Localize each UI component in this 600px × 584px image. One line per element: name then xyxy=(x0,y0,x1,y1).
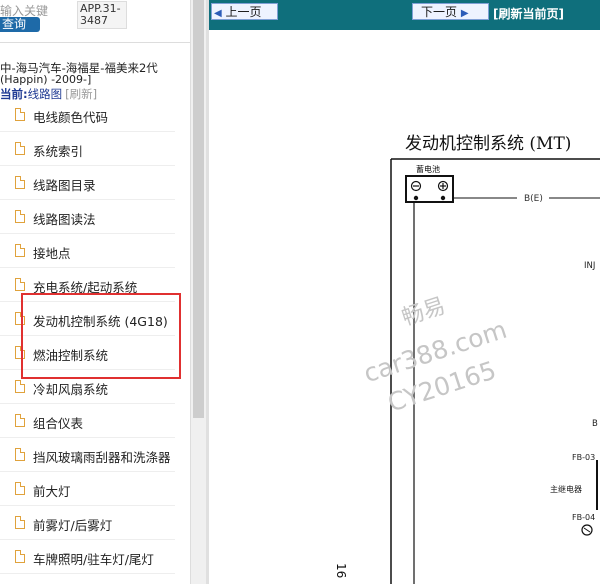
divider xyxy=(0,42,190,43)
document-icon xyxy=(15,244,25,257)
arrow-left-icon: ◀ xyxy=(214,8,222,19)
menu-item-label: 前雾灯/后雾灯 xyxy=(33,518,113,533)
b-label: B xyxy=(592,419,598,429)
document-icon xyxy=(15,550,25,563)
document-icon xyxy=(15,516,25,529)
fb04-label: FB-04 xyxy=(572,513,595,522)
fb03-label: FB-03 xyxy=(572,453,595,462)
document-icon xyxy=(15,278,25,291)
menu-item[interactable]: 组合仪表 xyxy=(0,404,175,438)
menu-item[interactable]: 线路图目录 xyxy=(0,166,175,200)
next-page-button[interactable]: 下一页 ▶ xyxy=(412,3,489,20)
document-icon xyxy=(15,380,25,393)
refresh-page-link[interactable]: [刷新当前页] xyxy=(493,5,564,22)
left-panel: 输入关键 查询 APP.31-3487 中-海马汽车-海福星-福美来2代 (Ha… xyxy=(0,0,190,584)
keyword-label-text: 输入关键 xyxy=(0,4,49,18)
menu-item-label: 电线颜色代码 xyxy=(33,110,109,125)
menu-item[interactable]: 挡风玻璃雨刮器和洗涤器 xyxy=(0,438,175,472)
menu-item-label: 接地点 xyxy=(33,246,71,261)
query-button[interactable]: 查询 xyxy=(0,17,40,32)
menu-item-label: 线路图目录 xyxy=(33,178,96,193)
menu-item[interactable]: 电线颜色代码 xyxy=(0,98,175,132)
app-number: APP.31-3487 xyxy=(77,1,127,29)
battery-terminal-dot xyxy=(413,195,419,201)
relay-label: 主继电器 xyxy=(550,484,582,494)
menu-item-label: 车牌照明/驻车灯/尾灯 xyxy=(33,552,154,567)
wire-label: B(E) xyxy=(524,194,543,204)
viewer-toolbar: ◀ 上一页 下一页 ▶ [刷新当前页] xyxy=(209,0,600,30)
battery-terminal-dot xyxy=(440,195,446,201)
next-page-label: 下一页 xyxy=(421,5,458,19)
prev-page-label: 上一页 xyxy=(225,5,262,19)
menu-item-label: 线路图读法 xyxy=(33,212,96,227)
menu-item-label: 组合仪表 xyxy=(33,416,84,431)
document-icon xyxy=(15,142,25,155)
diagram-title: 发动机控制系统 (MT) xyxy=(405,134,571,154)
menu-item[interactable]: 系统索引 xyxy=(0,132,175,166)
battery-label: 蓄电池 xyxy=(416,164,440,174)
page-number: 16 xyxy=(334,563,348,578)
menu-item[interactable]: 接地点 xyxy=(0,234,175,268)
document-icon xyxy=(15,448,25,461)
menu-item-label: 冷却风扇系统 xyxy=(33,382,109,397)
wiring-diagram: 发动机控制系统 (MT) 蓄电池 B(E) INJ B FB-03 主继电器 F… xyxy=(209,30,600,584)
document-icon xyxy=(15,414,25,427)
prev-page-button[interactable]: ◀ 上一页 xyxy=(211,3,278,20)
menu-item-label: 挡风玻璃雨刮器和洗涤器 xyxy=(33,450,171,465)
document-icon xyxy=(15,210,25,223)
menu-item[interactable]: 车牌照明/驻车灯/尾灯 xyxy=(0,540,175,574)
menu-item[interactable]: 前大灯 xyxy=(0,472,175,506)
menu-item[interactable]: 前雾灯/后雾灯 xyxy=(0,506,175,540)
document-icon xyxy=(15,482,25,495)
document-icon xyxy=(15,176,25,189)
menu-item[interactable]: 线路图读法 xyxy=(0,200,175,234)
diagram-viewer: ◀ 上一页 下一页 ▶ [刷新当前页] 发动机控制系统 (MT) 蓄电池 B(E… xyxy=(209,0,600,584)
inj-label: INJ xyxy=(584,261,595,271)
left-scrollbar[interactable] xyxy=(190,0,207,584)
highlight-box xyxy=(21,293,181,379)
arrow-right-icon: ▶ xyxy=(460,8,469,19)
menu-item-label: 前大灯 xyxy=(33,484,71,499)
menu-item-label: 系统索引 xyxy=(33,144,84,159)
ground-symbol-mark xyxy=(583,527,591,533)
document-icon xyxy=(15,108,25,121)
scrollbar-thumb[interactable] xyxy=(193,0,204,418)
vehicle-subtitle: (Happin) -2009-] xyxy=(0,73,92,86)
